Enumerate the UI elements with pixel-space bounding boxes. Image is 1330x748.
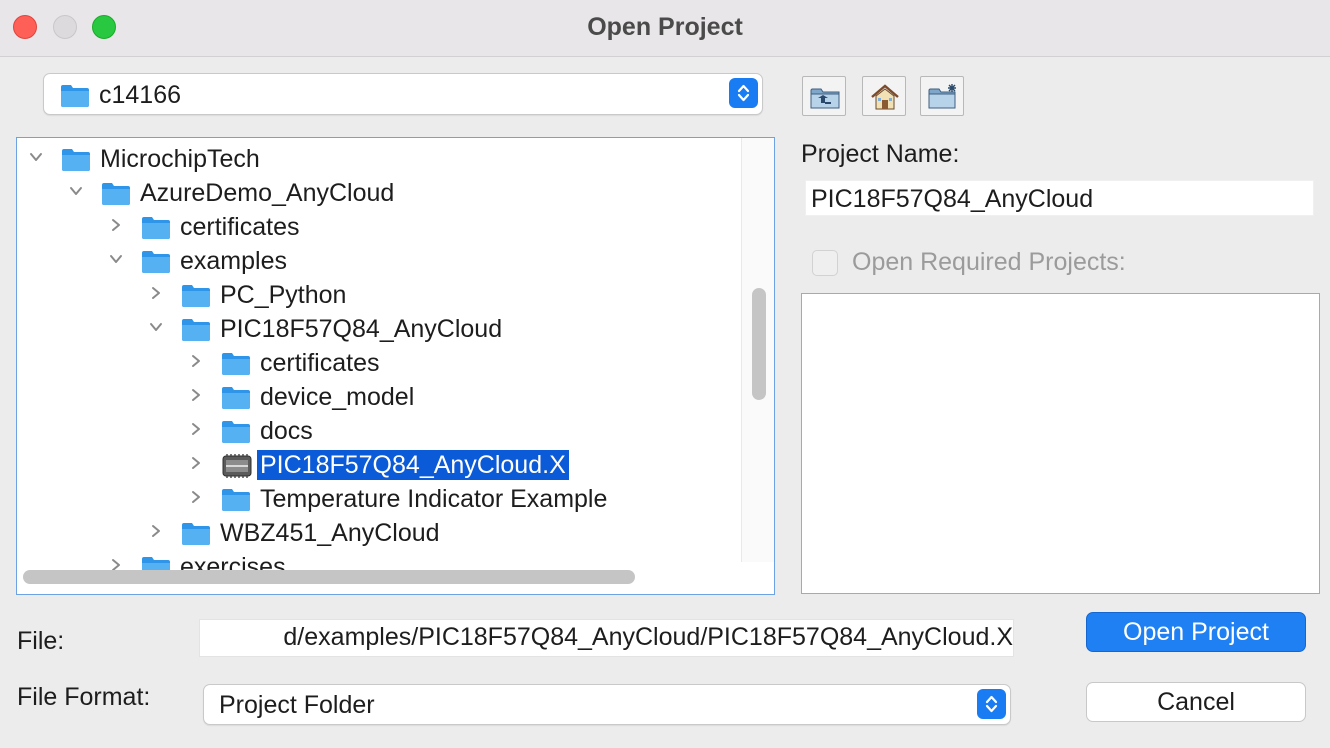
folder-icon bbox=[222, 387, 250, 409]
file-format-value: Project Folder bbox=[219, 691, 375, 719]
folder-icon bbox=[61, 85, 89, 107]
chevron-down-icon[interactable] bbox=[149, 320, 163, 334]
tree-row-label: PIC18F57Q84_AnyCloud bbox=[220, 315, 503, 343]
tree-row-label: docs bbox=[260, 417, 313, 445]
file-label: File: bbox=[17, 627, 65, 655]
chevron-right-icon[interactable] bbox=[189, 490, 203, 504]
tree-row[interactable]: MicrochipTech bbox=[17, 142, 774, 176]
home-button[interactable] bbox=[862, 76, 906, 116]
up-down-chevron-icon bbox=[985, 695, 998, 713]
location-combo-stepper[interactable] bbox=[729, 78, 758, 108]
tree-row-label: Temperature Indicator Example bbox=[260, 485, 608, 513]
chevron-down-icon[interactable] bbox=[69, 184, 83, 198]
project-name-field[interactable]: PIC18F57Q84_AnyCloud bbox=[805, 180, 1314, 216]
tree-row-label: certificates bbox=[260, 349, 380, 377]
file-format-label: File Format: bbox=[17, 683, 151, 711]
open-project-button[interactable]: Open Project bbox=[1086, 612, 1306, 652]
folder-icon bbox=[142, 217, 170, 239]
chevron-right-icon[interactable] bbox=[189, 422, 203, 436]
file-path-field[interactable]: d/examples/PIC18F57Q84_AnyCloud/PIC18F57… bbox=[199, 619, 1014, 657]
cancel-button[interactable]: Cancel bbox=[1086, 682, 1306, 722]
tree-vertical-scroll-thumb[interactable] bbox=[752, 288, 766, 400]
tree-row-label: WBZ451_AnyCloud bbox=[220, 519, 440, 547]
new-folder-button[interactable] bbox=[920, 76, 964, 116]
folder-up-icon bbox=[810, 88, 840, 109]
tree-vertical-scrollbar[interactable] bbox=[741, 138, 774, 562]
tree-row-label: device_model bbox=[260, 383, 415, 411]
chevron-right-icon[interactable] bbox=[109, 218, 123, 232]
tree-row[interactable]: docs bbox=[17, 414, 774, 448]
folder-icon bbox=[222, 489, 250, 511]
location-combo-value: c14166 bbox=[99, 81, 182, 109]
open-required-projects-label: Open Required Projects: bbox=[852, 248, 1126, 276]
tree-row[interactable]: AzureDemo_AnyCloud bbox=[17, 176, 774, 210]
file-format-stepper[interactable] bbox=[977, 689, 1006, 719]
file-tree[interactable]: exercises WBZ451_AnyCloud Temperature Indi… bbox=[16, 137, 775, 595]
tree-row-label: examples bbox=[180, 247, 287, 275]
required-projects-list[interactable] bbox=[801, 293, 1320, 594]
tree-row[interactable]: device_model bbox=[17, 380, 774, 414]
tree-row[interactable]: PIC18F57Q84_AnyCloud.X bbox=[17, 448, 774, 482]
folder-icon bbox=[222, 421, 250, 443]
folder-icon bbox=[142, 251, 170, 273]
file-format-combo[interactable]: Project Folder bbox=[203, 684, 1011, 725]
tree-row[interactable]: certificates bbox=[17, 346, 774, 380]
file-path-value: d/examples/PIC18F57Q84_AnyCloud/PIC18F57… bbox=[283, 623, 1013, 651]
tree-horizontal-scroll-thumb[interactable] bbox=[23, 570, 635, 584]
tree-row[interactable]: WBZ451_AnyCloud bbox=[17, 516, 774, 550]
folder-icon bbox=[102, 183, 130, 205]
chevron-down-icon[interactable] bbox=[109, 252, 123, 266]
folder-icon bbox=[222, 353, 250, 375]
folder-icon bbox=[182, 319, 210, 341]
folder-icon bbox=[182, 523, 210, 545]
chip-project-icon bbox=[222, 454, 252, 478]
home-icon bbox=[871, 84, 899, 110]
tree-row[interactable]: PIC18F57Q84_AnyCloud bbox=[17, 312, 774, 346]
tree-row[interactable]: Temperature Indicator Example bbox=[17, 482, 774, 516]
tree-row[interactable]: certificates bbox=[17, 210, 774, 244]
window-title: Open Project bbox=[587, 13, 743, 41]
up-down-chevron-icon bbox=[737, 84, 750, 102]
title-bar: Open Project bbox=[0, 0, 1330, 57]
tree-row-label: certificates bbox=[180, 213, 300, 241]
tree-row-label: MicrochipTech bbox=[100, 145, 260, 173]
project-name-label: Project Name: bbox=[801, 140, 960, 168]
folder-icon bbox=[62, 149, 90, 171]
tree-row[interactable]: examples bbox=[17, 244, 774, 278]
tree-row-label: PC_Python bbox=[220, 281, 347, 309]
tree-row[interactable]: PC_Python bbox=[17, 278, 774, 312]
chevron-down-icon[interactable] bbox=[29, 150, 43, 164]
tree-row-label: AzureDemo_AnyCloud bbox=[140, 179, 395, 207]
chevron-right-icon[interactable] bbox=[189, 354, 203, 368]
chevron-right-icon[interactable] bbox=[149, 286, 163, 300]
chevron-right-icon[interactable] bbox=[189, 456, 203, 470]
chevron-right-icon[interactable] bbox=[189, 388, 203, 402]
open-required-projects-checkbox[interactable] bbox=[812, 250, 838, 276]
folder-up-button[interactable] bbox=[802, 76, 846, 116]
new-folder-icon bbox=[928, 84, 956, 109]
tree-row-label: PIC18F57Q84_AnyCloud.X bbox=[257, 450, 569, 480]
chevron-right-icon[interactable] bbox=[149, 524, 163, 538]
location-combo[interactable]: c14166 bbox=[43, 73, 763, 115]
folder-icon bbox=[182, 285, 210, 307]
